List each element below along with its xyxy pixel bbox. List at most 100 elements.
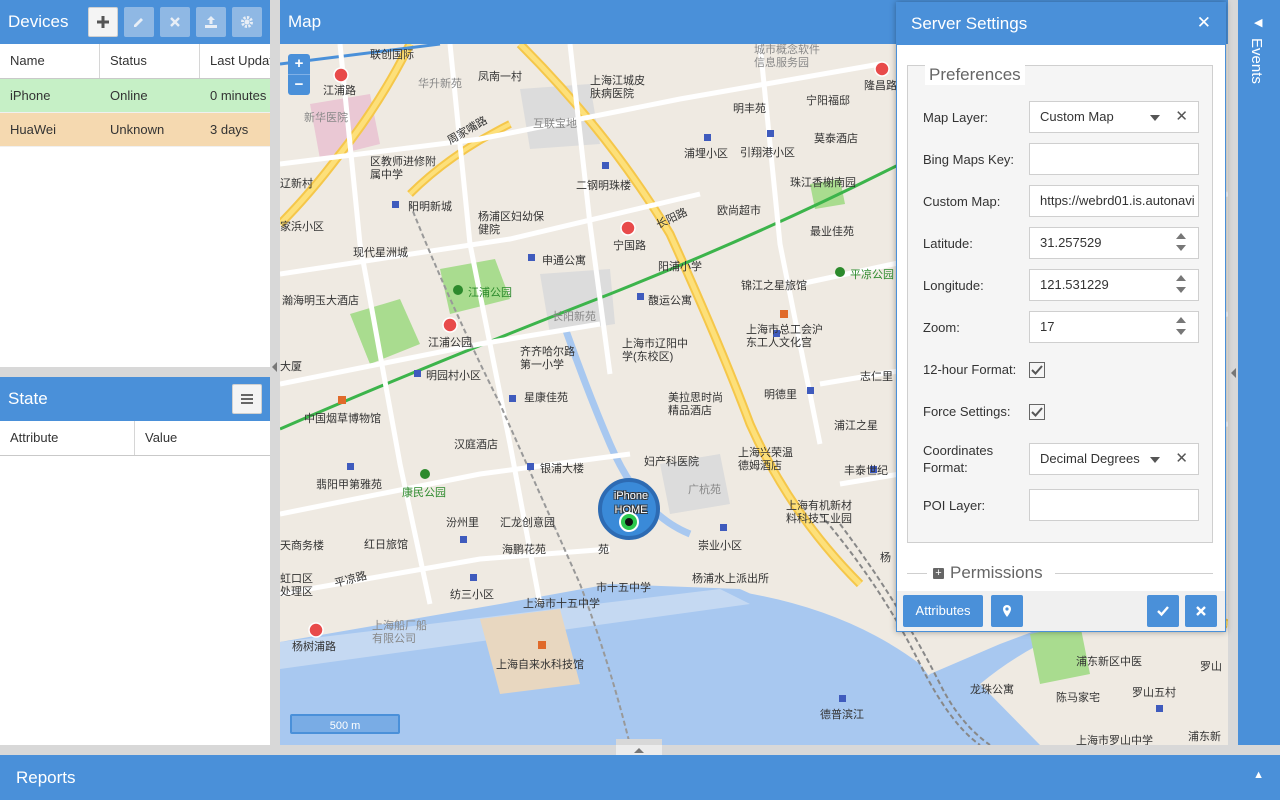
reports-title: Reports [16, 768, 76, 787]
close-icon[interactable]: ✕ [1197, 13, 1211, 33]
map-label: 上海市总工会沪东工人文化宫 [746, 324, 823, 349]
map-label: 平凉公园 [850, 269, 894, 281]
column-value[interactable]: Value [135, 421, 270, 455]
save-button[interactable] [1147, 595, 1179, 627]
zoom-row: Zoom: 17 [923, 311, 1199, 343]
devices-panel: Devices Name Status Last Update iPhone O… [0, 0, 270, 367]
chevron-down-icon[interactable] [1150, 115, 1160, 121]
dialog-title: Server Settings [911, 14, 1028, 33]
checkbox-checked-icon [1029, 361, 1045, 378]
permissions-header[interactable]: + Permissions [927, 563, 1049, 583]
vertical-splitter[interactable] [270, 0, 280, 745]
map-label: 锦江之星旅馆 [741, 280, 807, 292]
add-device-button[interactable] [88, 7, 119, 37]
state-header: State [0, 377, 270, 421]
column-status[interactable]: Status [100, 44, 200, 78]
bing-key-input[interactable] [1029, 143, 1199, 175]
spinner-icon[interactable] [1176, 317, 1188, 341]
latitude-field[interactable]: 31.257529 [1029, 227, 1199, 259]
map-label: 妇产科医院 [644, 456, 699, 468]
chevron-down-icon[interactable] [1150, 457, 1160, 463]
cancel-button[interactable] [1185, 595, 1217, 627]
map-title: Map [288, 12, 322, 31]
reports-splitter[interactable] [0, 745, 1280, 755]
map-label: 翡阳甲第雅苑 [316, 479, 382, 491]
map-layer-label: Map Layer: [923, 109, 989, 125]
edit-device-button[interactable] [124, 7, 155, 37]
zoom-label: Zoom: [923, 319, 960, 335]
latitude-row: Latitude: 31.257529 [923, 227, 1199, 259]
remove-device-button[interactable] [160, 7, 191, 37]
clear-icon[interactable]: ✕ [1175, 102, 1188, 132]
devices-grid-header: Name Status Last Update [0, 44, 270, 79]
devices-title: Devices [8, 12, 69, 31]
devices-header: Devices [0, 0, 270, 44]
reports-panel[interactable]: Reports ▲ [0, 755, 1280, 800]
device-row[interactable]: iPhone Online 0 minutes [0, 79, 270, 113]
computed-attributes-button[interactable] [232, 384, 262, 414]
device-name: HuaWei [10, 122, 57, 137]
add-icon [97, 16, 110, 28]
remove-icon [170, 17, 181, 27]
map-label: 星康佳苑 [524, 392, 568, 404]
map-label: 美拉思时尚精品酒店 [668, 392, 723, 417]
zoom-control: + − [288, 54, 310, 95]
map-label: 广杭苑 [688, 484, 721, 496]
map-label: 江浦公园 [428, 337, 472, 349]
twelve-hour-label: 12-hour Format: [923, 362, 1017, 377]
map-label: 华升新苑 [418, 78, 462, 90]
map-label: 齐齐哈尔路第一小学 [520, 346, 575, 371]
plus-icon[interactable]: + [933, 568, 944, 579]
device-row[interactable]: HuaWei Unknown 3 days [0, 113, 270, 147]
edit-icon [134, 18, 144, 27]
longitude-label: Longitude: [923, 277, 984, 293]
collapse-right-icon[interactable] [1231, 368, 1236, 378]
poi-layer-input[interactable] [1029, 489, 1199, 521]
map-label: 大厦 [280, 361, 302, 373]
coordinates-select[interactable]: Decimal Degrees ✕ [1029, 443, 1199, 475]
map-label: 长阳新苑 [552, 311, 596, 323]
attributes-button[interactable]: Attributes [903, 595, 983, 627]
send-command-button[interactable] [196, 7, 227, 37]
upload-icon [205, 16, 218, 28]
collapse-left-icon[interactable] [272, 362, 277, 372]
map-label: 志仁里 [860, 371, 893, 383]
expand-up-icon[interactable]: ▲ [1253, 769, 1264, 781]
preferences-legend: Preferences [925, 65, 1025, 85]
map-label: 杨浦区妇幼保健院 [478, 211, 544, 236]
set-from-map-button[interactable] [991, 595, 1023, 627]
map-label: 浦东新区中医 [1076, 656, 1142, 668]
force-settings-row: Force Settings: [923, 403, 1045, 420]
column-last-update[interactable]: Last Update [200, 44, 270, 78]
device-settings-button[interactable] [232, 7, 263, 37]
column-name[interactable]: Name [0, 44, 100, 78]
zoom-out-button[interactable]: − [288, 75, 310, 95]
force-settings-checkbox[interactable] [1029, 403, 1045, 420]
map-layer-select[interactable]: Custom Map ✕ [1029, 101, 1199, 133]
events-panel[interactable]: ◀ Events [1238, 0, 1280, 745]
map-label: 引翔港小区 [740, 147, 795, 159]
custom-map-input[interactable]: https://webrd01.is.autonavi [1029, 185, 1199, 217]
clear-icon[interactable]: ✕ [1169, 444, 1188, 474]
expand-reports-icon[interactable] [616, 745, 662, 755]
map-label: 区教师进修附属中学 [370, 156, 436, 181]
map-label: 康民公园 [402, 487, 446, 499]
map-label: 虹口区处理区 [280, 573, 313, 598]
left-splitter[interactable] [0, 367, 270, 377]
expand-left-icon[interactable]: ◀ [1254, 16, 1262, 29]
longitude-field[interactable]: 121.531229 [1029, 269, 1199, 301]
zoom-field[interactable]: 17 [1029, 311, 1199, 343]
spinner-icon[interactable] [1176, 233, 1188, 257]
map-label: 陈马家宅 [1056, 692, 1100, 704]
column-attribute[interactable]: Attribute [0, 421, 135, 455]
events-splitter[interactable] [1228, 0, 1238, 745]
zoom-in-button[interactable]: + [288, 54, 310, 75]
map-label: 杨浦水上派出所 [692, 573, 769, 585]
map-label: 罗山五村 [1132, 687, 1176, 699]
map-label: 崇业小区 [698, 540, 742, 552]
spinner-icon[interactable] [1176, 275, 1188, 299]
twelve-hour-checkbox[interactable] [1029, 361, 1045, 378]
map-label: 辽新村 [280, 178, 313, 190]
map-label: 江浦公园 [468, 287, 512, 299]
device-marker[interactable]: iPhone HOME [598, 478, 660, 540]
